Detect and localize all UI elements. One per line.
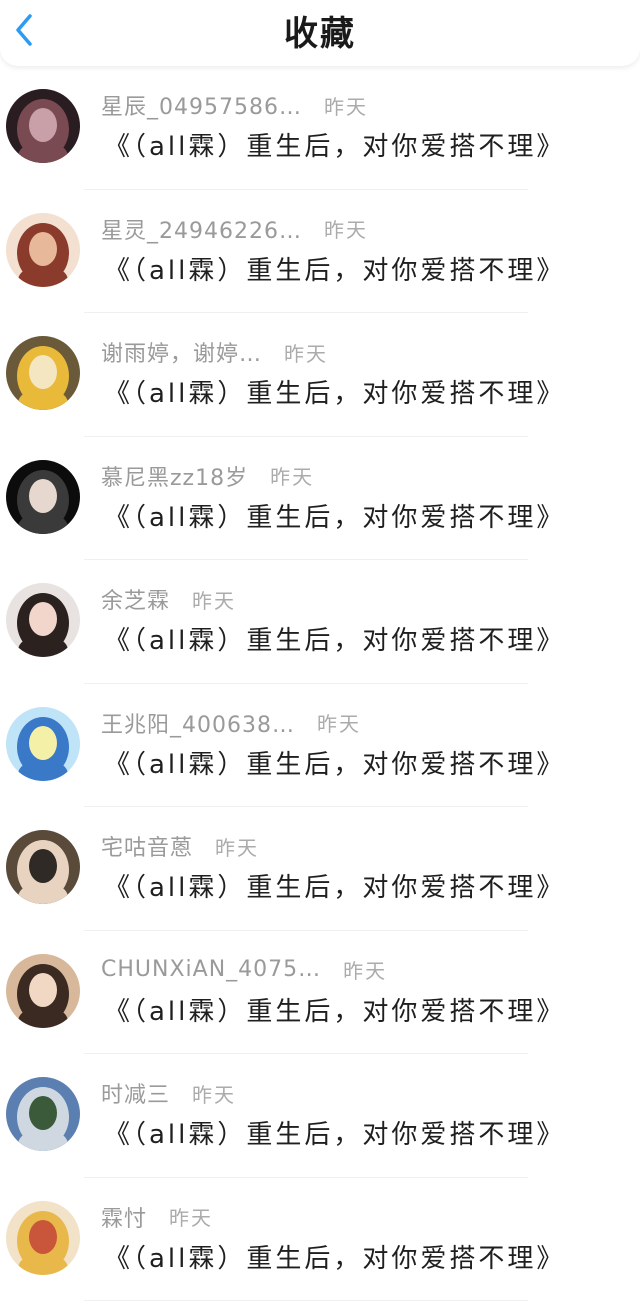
timestamp: 昨天 [343, 959, 388, 983]
favorite-item[interactable]: 时减三 昨天 《（all霖）重生后，对你爱搭不理》 [0, 1054, 640, 1178]
item-meta: CHUNXiAN_4075… 昨天 [101, 955, 387, 985]
timestamp: 昨天 [169, 1206, 214, 1230]
item-meta: 霖忖 昨天 [101, 1202, 213, 1232]
message-text: 《（all霖）重生后，对你爱搭不理》 [104, 502, 566, 533]
favorite-item[interactable]: CHUNXiAN_4075… 昨天 《（all霖）重生后，对你爱搭不理》 [0, 931, 640, 1054]
user-name[interactable]: 星灵_24946226… [101, 213, 302, 245]
avatar[interactable] [6, 336, 80, 410]
user-name[interactable]: 谢雨婷，谢婷… [101, 336, 262, 368]
item-meta: 慕尼黑zz18岁 昨天 [101, 461, 314, 491]
user-name[interactable]: CHUNXiAN_4075… [101, 957, 321, 982]
item-meta: 星灵_24946226… 昨天 [101, 214, 368, 244]
timestamp: 昨天 [323, 218, 368, 242]
page-title: 收藏 [284, 14, 356, 54]
user-name[interactable]: 慕尼黑zz18岁 [101, 460, 248, 492]
favorite-item[interactable]: 余芝霖 昨天 《（all霖）重生后，对你爱搭不理》 [0, 560, 640, 684]
timestamp: 昨天 [192, 1082, 237, 1107]
avatar[interactable] [6, 1077, 80, 1151]
item-meta: 宅咕音蒽 昨天 [101, 830, 260, 862]
favorite-item[interactable]: 宅咕音蒽 昨天 《（all霖）重生后，对你爱搭不理》 [0, 807, 640, 931]
favorite-item[interactable]: 霖忖 昨天 《（all霖）重生后，对你爱搭不理》 [0, 1178, 640, 1301]
avatar[interactable] [6, 583, 80, 657]
avatar[interactable] [6, 89, 80, 163]
item-meta: 王兆阳_400638… 昨天 [101, 708, 361, 738]
message-text: 《（all霖）重生后，对你爱搭不理》 [104, 1243, 566, 1274]
timestamp: 昨天 [215, 835, 260, 860]
avatar[interactable] [6, 706, 80, 781]
avatar[interactable] [6, 459, 80, 534]
favorite-item[interactable]: 星灵_24946226… 昨天 《（all霖）重生后，对你爱搭不理》 [0, 190, 640, 313]
favorite-item[interactable]: 慕尼黑zz18岁 昨天 《（all霖）重生后，对你爱搭不理》 [0, 437, 640, 560]
avatar[interactable] [6, 953, 80, 1028]
message-text: 《（all霖）重生后，对你爱搭不理》 [104, 255, 566, 286]
user-name[interactable]: 时减三 [101, 1077, 170, 1109]
item-meta: 谢雨婷，谢婷… 昨天 [101, 336, 329, 368]
avatar[interactable] [6, 830, 80, 904]
favorite-item[interactable]: 谢雨婷，谢婷… 昨天 《（all霖）重生后，对你爱搭不理》 [0, 313, 640, 437]
user-name[interactable]: 余芝霖 [101, 583, 170, 615]
user-name[interactable]: 宅咕音蒽 [101, 830, 193, 862]
avatar[interactable] [6, 212, 80, 287]
timestamp: 昨天 [192, 588, 237, 613]
divider [84, 1300, 528, 1301]
message-text: 《（all霖）重生后，对你爱搭不理》 [104, 996, 566, 1027]
timestamp: 昨天 [270, 465, 315, 489]
item-meta: 余芝霖 昨天 [101, 583, 237, 615]
favorite-item[interactable]: 星辰_04957586… 昨天 《（all霖）重生后，对你爱搭不理》 [0, 66, 640, 190]
timestamp: 昨天 [284, 341, 329, 366]
avatar[interactable] [6, 1200, 80, 1275]
user-name[interactable]: 霖忖 [101, 1201, 147, 1233]
message-text: 《（all霖）重生后，对你爱搭不理》 [104, 626, 566, 656]
favorite-item[interactable]: 王兆阳_400638… 昨天 《（all霖）重生后，对你爱搭不理》 [0, 684, 640, 807]
timestamp: 昨天 [316, 712, 361, 736]
message-text: 《（all霖）重生后，对你爱搭不理》 [104, 1120, 566, 1150]
user-name[interactable]: 星辰_04957586… [101, 89, 302, 121]
message-text: 《（all霖）重生后，对你爱搭不理》 [104, 132, 566, 162]
timestamp: 昨天 [323, 94, 368, 119]
favorites-list: 星辰_04957586… 昨天 《（all霖）重生后，对你爱搭不理》 星灵_24… [0, 66, 640, 1301]
item-meta: 时减三 昨天 [101, 1077, 237, 1109]
message-text: 《（all霖）重生后，对你爱搭不理》 [104, 379, 566, 409]
item-meta: 星辰_04957586… 昨天 [101, 89, 368, 121]
message-text: 《（all霖）重生后，对你爱搭不理》 [104, 749, 566, 780]
top-navigation-bar: 收藏 [0, 0, 640, 66]
user-name[interactable]: 王兆阳_400638… [101, 707, 295, 739]
message-text: 《（all霖）重生后，对你爱搭不理》 [104, 873, 566, 903]
